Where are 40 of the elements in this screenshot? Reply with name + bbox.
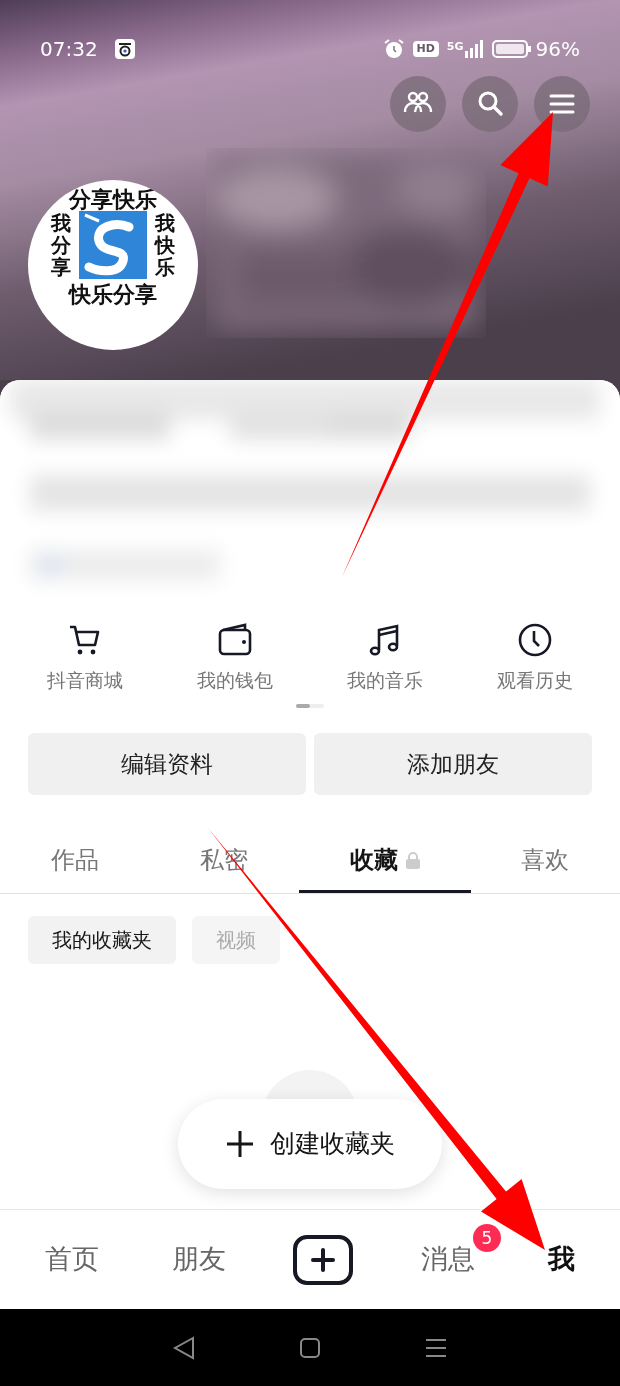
tab[interactable]: 作品: [0, 827, 150, 893]
menu-button[interactable]: [534, 76, 590, 132]
avatar-text: 分享快乐: [69, 188, 157, 212]
add-icon: [293, 1234, 354, 1285]
avatar-text: 我快乐: [155, 212, 175, 279]
status-time: 07:32: [40, 36, 98, 63]
avatar-text: 我分享: [51, 212, 71, 279]
home-icon: [300, 1338, 320, 1358]
camera-app-icon: [113, 38, 136, 60]
back-icon: [172, 1336, 195, 1360]
alarm-icon: [382, 38, 405, 60]
search-button[interactable]: [462, 76, 518, 132]
lock-icon: [405, 851, 420, 869]
folder-chip[interactable]: 我的收藏夹: [28, 916, 176, 964]
nav-tab[interactable]: 朋友: [166, 1238, 233, 1281]
wallet-icon: [217, 622, 253, 658]
plus-icon: [225, 1130, 254, 1158]
hd-indicator: HD: [412, 41, 439, 57]
avatar-text: 快乐分享: [69, 283, 157, 307]
profile-button[interactable]: 添加朋友: [314, 733, 592, 795]
signal-icon: [463, 39, 484, 59]
page-indicator: [296, 704, 324, 708]
shortcut-item[interactable]: 我的音乐: [347, 622, 423, 695]
clock-icon: [517, 622, 553, 658]
battery-level: 96%: [535, 36, 580, 63]
friends-button[interactable]: [390, 76, 446, 132]
nav-tab[interactable]: 我: [542, 1238, 582, 1281]
shortcut-item[interactable]: 抖音商城: [47, 622, 123, 695]
badge-count: 5: [472, 1224, 501, 1253]
shortcut-item[interactable]: 我的钱包: [197, 622, 273, 695]
tab[interactable]: 喜欢: [470, 827, 620, 893]
create-folder-button[interactable]: 创建收藏夹: [178, 1099, 442, 1189]
nav-tab[interactable]: 首页: [38, 1238, 105, 1281]
recent-apps-icon: [425, 1338, 448, 1358]
profile-button[interactable]: 编辑资料: [28, 733, 306, 795]
tab[interactable]: 收藏: [299, 827, 471, 893]
battery-icon: [491, 39, 532, 59]
shortcut-item[interactable]: 观看历史: [497, 622, 573, 695]
network-type: 5G: [446, 39, 464, 55]
add-button[interactable]: [293, 1234, 354, 1285]
